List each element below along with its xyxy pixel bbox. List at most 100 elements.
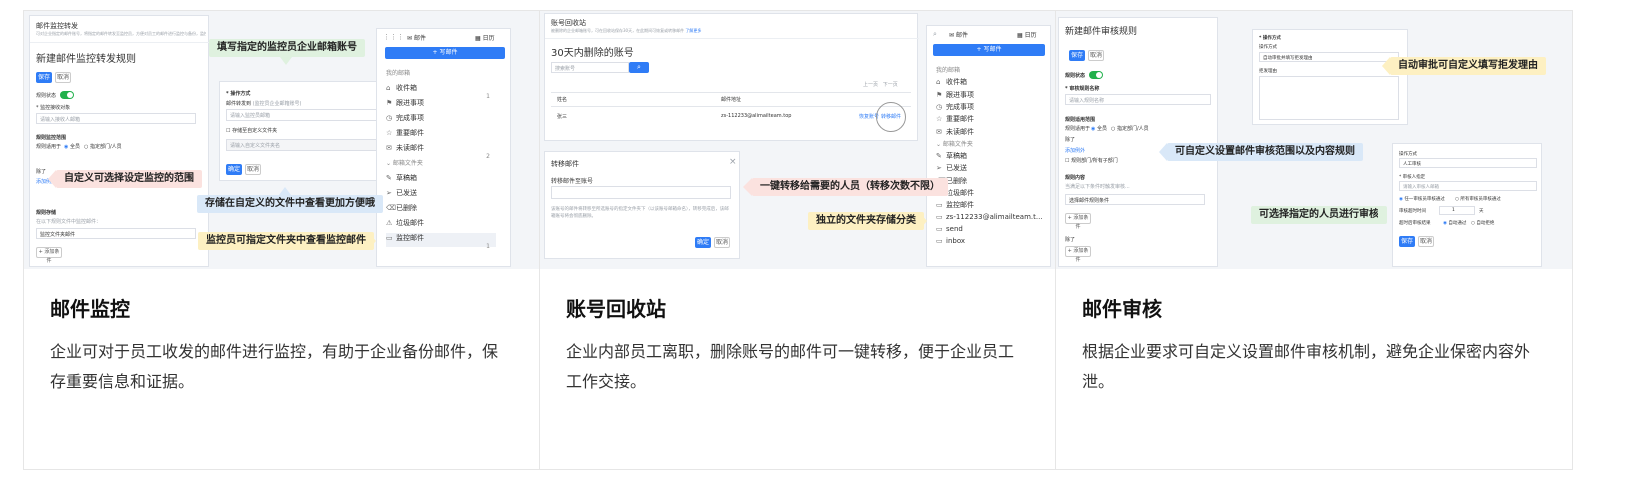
sidebar-item[interactable]: ✉ 未读邮件 2 (386, 143, 496, 160)
sidebar-item[interactable]: ☆ 重要邮件 (386, 128, 496, 142)
scope-dept-radio[interactable]: ○ 指定部门/人员 (1111, 125, 1149, 132)
except-label-2: 除了 (1065, 237, 1076, 243)
add-condition-button[interactable]: + 添加条件 (36, 247, 62, 264)
unread-count: 1 (486, 243, 490, 250)
card-description: 企业内部员工离职，删除账号的邮件可一键转移，便于企业员工工作交接。 (566, 342, 1015, 391)
confirm-button[interactable]: 确定 (226, 164, 242, 175)
approve-any-radio[interactable]: ◉ 任一审核员审核通过 (1399, 196, 1445, 202)
folder-icon: ⌂ (386, 84, 391, 92)
approver-label: * 审核人指定 (1399, 175, 1426, 180)
sidebar-folder[interactable]: ✎ 草稿箱 (386, 173, 496, 187)
modal-confirm-button[interactable]: 确定 (695, 237, 711, 248)
sidebar-folder[interactable]: ▭ inbox (936, 237, 1046, 251)
form-title: 新建邮件监控转发规则 (36, 54, 136, 65)
approve-label: 操作方式 (1399, 152, 1417, 157)
status-toggle[interactable] (60, 91, 74, 99)
folder-select[interactable]: 监控文件夹邮件 (36, 228, 196, 239)
sidebar-item[interactable]: ⌂ 收件箱 1 (386, 83, 496, 100)
audit-rule-form: 新建邮件审核规则 保存 取消 规则状态 * 审核规则名称 请输入规则名称 规则适… (1058, 17, 1218, 267)
folder-desc: 在以下规则文件中监控邮件： (36, 219, 102, 225)
scope-all-radio[interactable]: ◉ 全员 (64, 143, 80, 150)
sidebar-folder[interactable]: ⚠垃圾邮件 (386, 218, 496, 232)
col-email: 邮件地址 (721, 97, 742, 103)
recycle-page: 账号回收站 被删除的企业邮箱账号，可在回收站保存30天，在此期间可恢复或转移邮件… (544, 13, 919, 141)
sidebar-item-label: 未读邮件 (946, 127, 974, 136)
status-toggle[interactable] (1089, 71, 1103, 79)
timeout-input[interactable]: 1 (1439, 206, 1475, 215)
callout-fill-account: 填写指定的监控员企业邮箱账号 (209, 39, 365, 57)
sidebar-item-label: 重要邮件 (396, 129, 424, 137)
learn-more-link[interactable]: 了解更多 (685, 28, 701, 33)
modal-cancel-button[interactable]: 取消 (714, 237, 730, 248)
save-button[interactable]: 保存 (36, 72, 52, 83)
approve-all-radio[interactable]: ○ 所有审核员审核通过 (1455, 196, 1501, 202)
sidebar-item[interactable]: ◷ 完成事项 (386, 113, 496, 127)
feature-card-mail-audit: 新建邮件审核规则 保存 取消 规则状态 * 审核规则名称 请输入规则名称 规则适… (1055, 10, 1573, 470)
callout-auto-reason: 自动审批可自定义填写拒发理由 (1390, 57, 1546, 75)
sidebar-folder[interactable]: ▭ 监控邮件 1 (386, 233, 496, 250)
auto-reject-radio[interactable]: ○ 自动拒绝 (1471, 220, 1494, 226)
cancel-button[interactable]: 取消 (1088, 50, 1104, 61)
folder-icon: ◷ (386, 114, 393, 122)
custom-folder-checkbox[interactable]: ☐ 存储至自定义文件夹 (226, 127, 277, 134)
sidebar-folder[interactable]: ➢ 已发送 (386, 188, 496, 202)
add-exception-link[interactable]: 添加例外 (1065, 147, 1085, 154)
reason-textarea[interactable] (1259, 76, 1399, 120)
add-condition-button-2[interactable]: + 添加条件 (1065, 246, 1091, 263)
scope-all-radio[interactable]: ◉ 全员 (1091, 125, 1107, 132)
callout-arrow-left-2 (743, 178, 752, 196)
dialog-cancel-button[interactable]: 取消 (245, 164, 261, 175)
pager[interactable]: 上一页 下一页 (863, 81, 898, 88)
callout-arrow-right (368, 232, 376, 250)
forward-settings-panel: * 操作方式 邮件转发到 (监控员企业邮箱账号) 请输入监控员邮箱 ☐ 存储至自… (219, 81, 389, 181)
feature-card-account-recycle: 账号回收站 被删除的企业邮箱账号，可在回收站保存30天，在此期间可恢复或转移邮件… (539, 10, 1057, 470)
target-label: 邮件转发到 (监控员企业邮箱账号) (226, 101, 302, 107)
callout-monitor-folder: 监控员可指定文件夹中查看监控邮件 (198, 232, 374, 250)
target-account-input[interactable] (551, 186, 731, 199)
sidebar-section-mine: 我的邮箱 (386, 70, 411, 77)
callout-arrow-right-2 (919, 212, 927, 230)
sidebar-folder-label: 已删除 (396, 204, 417, 212)
row-email: zs-112233@alimailteam.top (721, 113, 792, 119)
approver-input[interactable]: 请输入审核人邮箱 (1399, 181, 1537, 191)
callout-one-click: 一键转移给需要的人员（转移次数不限） (752, 178, 948, 196)
approve-save-button[interactable]: 保存 (1399, 236, 1415, 247)
sidebar-list: 我的邮箱 ⌂ 收件箱 1 ⚑ 跟进事项 ◷ 完成事项 ☆ 重要邮件 ✉ 未读邮件 2 ⌄ 邮箱文件夹 ✎ 草稿… (376, 28, 511, 267)
auto-pass-radio[interactable]: ◉ 自动通过 (1443, 220, 1466, 226)
rule-name-input[interactable]: 请输入规则名称 (1065, 94, 1211, 105)
reason-select[interactable]: 自动审批并填写拒发理由 (1259, 52, 1399, 62)
cond-label: 规则内容 (1065, 175, 1086, 181)
target-input[interactable]: 请输入监控员邮箱 (226, 109, 384, 121)
approve-select[interactable]: 人工审核 (1399, 158, 1537, 168)
except-label: 除了 (36, 169, 47, 175)
sidebar-folder[interactable]: ⌫已删除 (386, 203, 496, 217)
cancel-button[interactable]: 取消 (55, 72, 71, 83)
dept-checkbox[interactable]: ☐ 规则部门/所有子部门 (1065, 157, 1118, 164)
approve-cancel-button[interactable]: 取消 (1418, 236, 1434, 247)
folder-icon: ▭ (936, 212, 943, 221)
add-condition-button[interactable]: + 添加条件 (1065, 213, 1091, 230)
save-button[interactable]: 保存 (1069, 50, 1085, 61)
callout-folder-sort: 独立的文件夹存储分类 (808, 212, 924, 230)
sidebar-item-label: 收件箱 (946, 78, 967, 87)
close-icon[interactable]: × (729, 157, 737, 167)
cond-select[interactable]: 选择邮件规则条件 (1065, 194, 1205, 205)
page-header: 账号回收站 (551, 19, 586, 27)
panel-header: * 操作方式 (226, 91, 251, 97)
card-description: 根据企业要求可自定义设置邮件审核机制，避免企业保密内容外泄。 (1082, 342, 1531, 391)
folder-icon: ◷ (936, 102, 943, 111)
reason-label: 拒发理由 (1259, 69, 1277, 74)
sidebar-item[interactable]: ⚑ 跟进事项 (386, 98, 496, 112)
page-title: 30天内删除的账号 (551, 48, 634, 59)
callout-arrow-right-3 (1378, 206, 1386, 224)
custom-folder-input[interactable]: 请输入自定义文件夹名 (226, 139, 384, 151)
search-button[interactable]: ⌕ (629, 62, 649, 73)
scope-dept-radio[interactable]: ○ 指定部门/人员 (84, 143, 122, 150)
callout-arrow-left (48, 170, 56, 188)
scope-text: 规则适用于 (1065, 126, 1091, 132)
scope-label: 规则监控范围 (36, 135, 67, 141)
sidebar-section-folders[interactable]: ⌄ 邮箱文件夹 (386, 158, 423, 172)
recipient-input[interactable]: 请输入接收人邮箱 (36, 113, 196, 124)
sidebar-item-label: 未读邮件 (396, 144, 424, 152)
search-input[interactable]: 搜索账号 (551, 62, 629, 73)
